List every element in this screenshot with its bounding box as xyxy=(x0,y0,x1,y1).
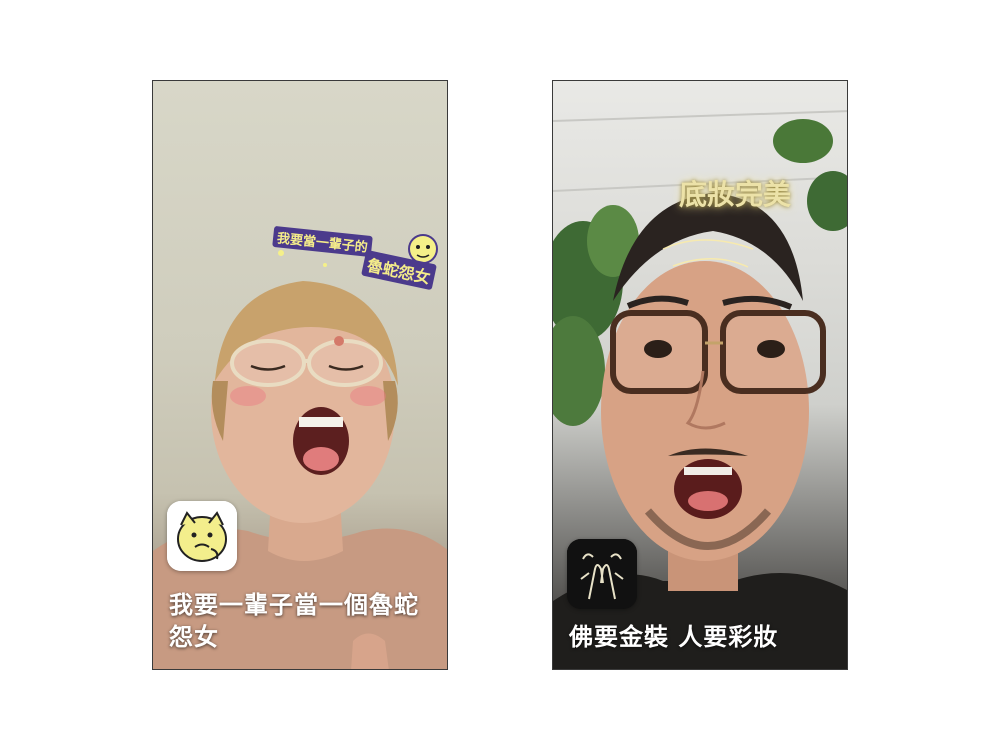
cartoon-face-icon[interactable] xyxy=(167,501,237,571)
selfie-photo-left xyxy=(153,234,447,669)
ar-text: 底妝完美 xyxy=(679,178,792,211)
filter-caption: 佛要金裝 人要彩妝 xyxy=(569,623,779,651)
filter-caption: 我要一輩子當一個魯蛇怨女 xyxy=(169,591,419,651)
praying-hands-icon[interactable] xyxy=(567,539,637,609)
filter-preview-left: 我要當一輩子的 魯蛇怨女 我要一輩子當一個魯蛇怨女 xyxy=(152,80,448,670)
filter-preview-right: 底妝完美 佛要金裝 人要彩妝 xyxy=(552,80,848,670)
